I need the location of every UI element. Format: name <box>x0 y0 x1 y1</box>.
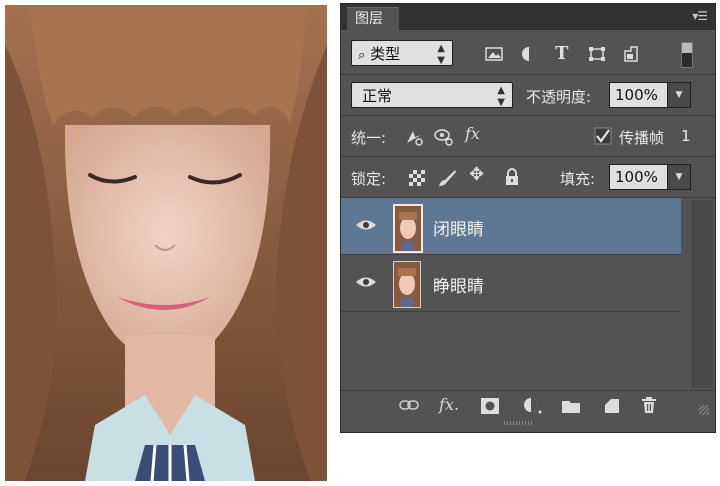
opacity-dropdown-arrow[interactable]: ▼ <box>667 83 690 107</box>
propagate-frame-number: 1 <box>681 127 691 145</box>
updown-arrows-icon: ▲ ▼ <box>497 85 505 108</box>
new-layer-icon[interactable] <box>603 397 621 415</box>
shape-filter-icon[interactable] <box>588 46 606 62</box>
panel-tab-bar: 图层 ▾☰ <box>341 4 715 30</box>
lock-move-icon[interactable]: ✥ <box>469 164 484 185</box>
updown-arrows-icon: ▲ ▼ <box>437 43 445 66</box>
link-layers-icon[interactable] <box>399 399 419 411</box>
blend-mode-value: 正常 <box>362 87 393 105</box>
adjustment-layer-icon[interactable] <box>523 397 543 415</box>
layer-name[interactable]: 睁眼睛 <box>433 272 484 297</box>
canvas-photo <box>5 5 327 481</box>
fill-value: 100% <box>615 168 658 186</box>
opacity-value: 100% <box>615 86 658 104</box>
visibility-eye-icon[interactable] <box>355 275 377 289</box>
lock-transparency-icon[interactable] <box>409 170 425 186</box>
layer-row-selected[interactable]: 闭眼睛 <box>341 198 681 255</box>
unify-visibility-icon[interactable] <box>433 127 455 147</box>
opacity-label: 不透明度: <box>526 88 592 106</box>
propagate-label: 传播帧 <box>619 129 665 147</box>
filter-kind-label: 类型 <box>370 45 401 63</box>
filter-toggle-switch[interactable] <box>681 42 693 68</box>
layers-panel: 图层 ▾☰ ⌕ 类型 ▲ ▼ T 正常 ▲ ▼ 不透明度: 100% ▼ 统一:… <box>340 3 716 433</box>
lock-all-icon[interactable] <box>505 168 519 186</box>
propagate-checkbox[interactable] <box>594 127 612 145</box>
resize-grip-icon[interactable] <box>699 405 709 415</box>
unify-position-icon[interactable] <box>403 127 425 147</box>
lock-label: 锁定: <box>351 170 387 188</box>
filter-kind-dropdown[interactable]: ⌕ 类型 ▲ ▼ <box>351 40 453 66</box>
panel-resize-handle[interactable] <box>504 421 534 425</box>
panel-menu-icon[interactable]: ▾☰ <box>692 9 708 23</box>
portrait-image <box>5 5 327 481</box>
group-folder-icon[interactable] <box>561 398 581 414</box>
unify-style-icon[interactable]: fx <box>465 124 480 143</box>
lock-brush-icon[interactable] <box>437 168 457 188</box>
unify-row: 统一: fx 传播帧 1 <box>341 116 715 156</box>
fill-label: 填充: <box>560 170 596 188</box>
layers-scrollbar[interactable] <box>692 200 713 388</box>
fill-dropdown-arrow[interactable]: ▼ <box>667 165 690 189</box>
panel-bottom-bar: fx. <box>341 390 715 421</box>
type-filter-icon[interactable]: T <box>555 43 568 64</box>
search-icon: ⌕ <box>358 48 366 63</box>
smart-object-filter-icon[interactable] <box>623 45 639 63</box>
unify-label: 统一: <box>351 129 387 147</box>
fill-field[interactable]: 100% ▼ <box>609 164 691 190</box>
layer-row[interactable]: 睁眼睛 <box>341 255 681 312</box>
visibility-eye-icon[interactable] <box>355 218 377 232</box>
adjustment-filter-icon[interactable] <box>521 46 537 62</box>
blend-mode-dropdown[interactable]: 正常 ▲ ▼ <box>351 82 513 108</box>
layer-mask-icon[interactable] <box>481 398 499 414</box>
fx-icon[interactable]: fx. <box>439 395 459 414</box>
lock-row: 锁定: ✥ 填充: 100% ▼ <box>341 157 715 197</box>
layer-thumbnail <box>393 204 423 253</box>
trash-icon[interactable] <box>641 396 657 414</box>
blend-row: 正常 ▲ ▼ 不透明度: 100% ▼ <box>341 75 715 115</box>
opacity-field[interactable]: 100% ▼ <box>609 82 691 108</box>
image-filter-icon[interactable] <box>485 46 503 62</box>
tab-layers[interactable]: 图层 <box>347 7 399 30</box>
filter-row: ⌕ 类型 ▲ ▼ T <box>341 34 715 74</box>
layer-thumbnail <box>393 261 421 308</box>
layer-name[interactable]: 闭眼睛 <box>433 215 484 240</box>
